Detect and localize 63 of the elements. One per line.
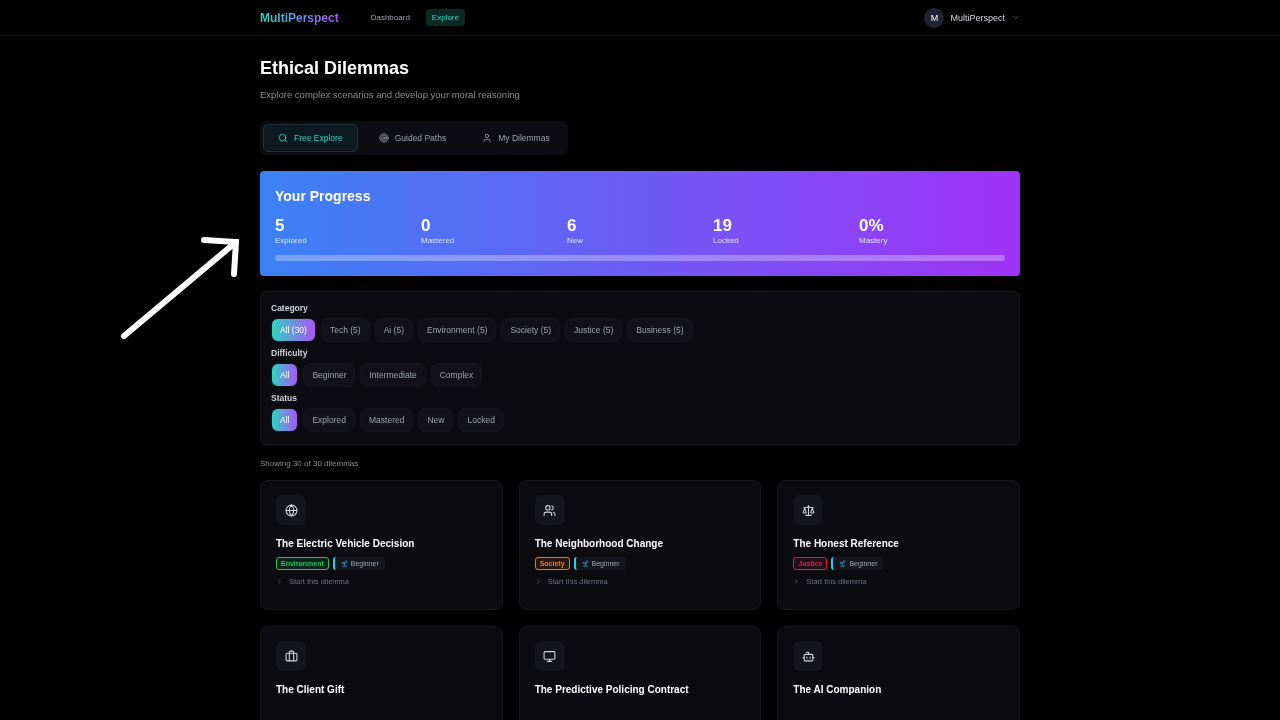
users-icon: [543, 503, 557, 517]
filter-chip[interactable]: New: [418, 408, 454, 432]
user-icon: [482, 133, 493, 143]
stat-label: New: [567, 236, 584, 245]
card-title: The Client Gift: [276, 684, 346, 695]
stat-value: 0%: [859, 216, 885, 236]
filter-chip[interactable]: Explored: [303, 408, 355, 432]
stat-label: Mastered: [421, 236, 456, 245]
filter-chip[interactable]: Business (5): [627, 318, 693, 342]
sprout-icon: [340, 560, 348, 567]
page-subtitle: Explore complex scenarios and develop your moral reasoning: [260, 89, 521, 100]
dilemma-card[interactable]: The Predictive Policing Contract: [518, 626, 762, 720]
filter-chip[interactable]: Society (5): [501, 318, 561, 342]
page-title: Ethical Dilemmas: [260, 58, 411, 79]
card-title: The AI Companion: [793, 684, 883, 695]
stat-value: 5: [275, 216, 286, 236]
stat-label: Mastery: [859, 236, 889, 245]
monitor-icon: [543, 649, 557, 663]
stat-label: Locked: [713, 236, 740, 245]
filter-label: Difficulty: [271, 348, 309, 358]
filter-chip[interactable]: Ai (5): [374, 318, 413, 342]
user-name[interactable]: MultiPerspect: [950, 12, 1005, 23]
robot-icon: [801, 649, 815, 663]
chevron-right-icon: [276, 578, 283, 585]
briefcase-icon: [284, 649, 298, 663]
stat-value: 6: [567, 216, 578, 236]
card-title: The Electric Vehicle Decision: [276, 538, 416, 549]
nav-link[interactable]: Dashboard: [364, 9, 416, 26]
sprout-icon: [839, 560, 847, 567]
result-count: Showing 30 of 30 dilemmas: [260, 459, 360, 468]
filter-chip[interactable]: Tech (5): [320, 318, 370, 342]
tab[interactable]: Guided Paths: [363, 124, 462, 152]
dilemma-card[interactable]: The Client Gift: [260, 626, 503, 720]
chevron-right-icon: [793, 578, 801, 585]
target-icon: [378, 133, 389, 143]
sprout-icon: [581, 560, 589, 567]
filter-label: Status: [271, 393, 298, 403]
stat-value: 0: [421, 216, 432, 236]
chevron-down-icon[interactable]: [1011, 13, 1020, 22]
globe-icon: [284, 503, 298, 517]
card-title: The Predictive Policing Contract: [534, 684, 690, 695]
brand-logo[interactable]: MultiPerspect: [260, 10, 339, 25]
card-title: The Neighborhood Change: [534, 538, 664, 549]
filter-label: Category: [271, 303, 309, 313]
filter-chip[interactable]: Beginner: [303, 363, 356, 387]
filter-chip[interactable]: Complex: [430, 363, 483, 387]
chevron-right-icon: [534, 578, 542, 585]
search-icon: [278, 133, 288, 143]
filter-chip[interactable]: Mastered: [360, 408, 414, 432]
card-title: The Honest Reference: [793, 538, 900, 549]
filter-chip[interactable]: Environment (5): [417, 318, 497, 342]
filter-chip[interactable]: Locked: [458, 408, 504, 432]
stat-label: Explored: [275, 236, 308, 245]
user-avatar[interactable]: M: [924, 7, 945, 28]
scales-icon: [801, 503, 815, 517]
nav-link[interactable]: Explore: [425, 9, 465, 26]
filter-chip[interactable]: Intermediate: [360, 363, 426, 387]
progress-title: Your Progress: [275, 188, 372, 204]
dilemma-card[interactable]: The AI Companion: [777, 626, 1020, 720]
filter-chip[interactable]: Justice (5): [565, 318, 623, 342]
tab[interactable]: My Dilemmas: [467, 124, 565, 152]
stat-value: 19: [713, 216, 733, 236]
tab[interactable]: Free Explore: [263, 124, 358, 152]
